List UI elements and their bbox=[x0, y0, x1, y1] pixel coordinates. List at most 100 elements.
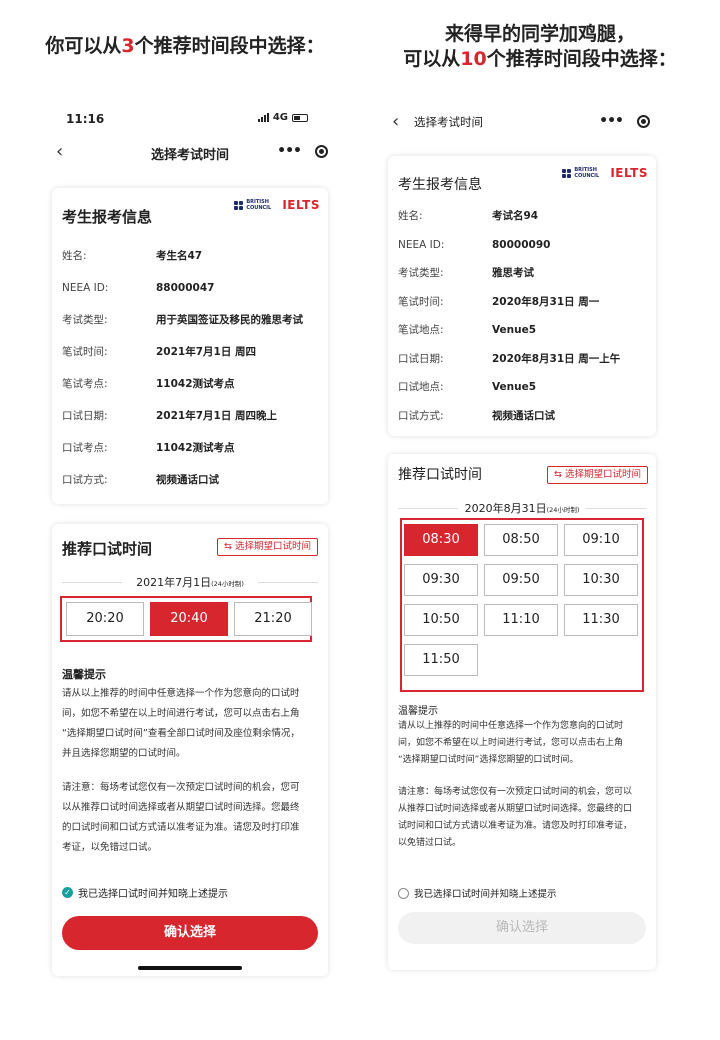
info-value: 88000047 bbox=[156, 282, 215, 294]
network-label: 4G bbox=[272, 112, 288, 123]
tips-line: 的口试时间和口试方式请以准考证为准。请您及时打印准 bbox=[62, 822, 300, 833]
time-slot-button[interactable]: 08:50 bbox=[484, 524, 558, 556]
info-value: 2020年8月31日 周一上午 bbox=[492, 352, 621, 365]
close-target-icon[interactable] bbox=[315, 144, 328, 158]
info-value: 11042测试考点 bbox=[156, 442, 235, 454]
info-row: 口试日期: 2020年8月31日 周一上午 bbox=[398, 351, 648, 367]
british-council-logo: BRITISH COUNCIL bbox=[562, 167, 604, 179]
headline-right-line2: 可以从10个推荐时间段中选择： bbox=[375, 47, 705, 72]
info-value: 11042测试考点 bbox=[156, 378, 235, 390]
ielts-logo: BRITISH COUNCIL IELTS bbox=[234, 198, 320, 212]
check-circle-icon[interactable]: ✓ bbox=[62, 887, 73, 898]
slot-date-text: 2021年7月1日 bbox=[136, 576, 212, 589]
tips-title: 温馨提示 bbox=[62, 668, 106, 681]
tips-line: 试时间和口试方式请以准考证为准。请您及时打印准考证， bbox=[398, 821, 633, 831]
radio-circle-icon[interactable] bbox=[398, 887, 409, 899]
slot-date: 2021年7月1日(24小时制) bbox=[62, 574, 318, 590]
phone-right: ‹ 选择考试时间 ••• 考生报考信息 BRITISH COUNCIL IELT… bbox=[388, 100, 656, 980]
info-label: 考试类型: bbox=[398, 267, 444, 279]
time-slot-button[interactable]: 10:50 bbox=[404, 604, 478, 636]
time-slot-button[interactable]: 09:50 bbox=[484, 564, 558, 596]
british-council-text: BRITISH COUNCIL bbox=[246, 199, 272, 211]
time-slot-button[interactable]: 08:30 bbox=[404, 524, 478, 556]
info-row: 口试日期: 2021年7月1日 周四晚上 bbox=[62, 408, 320, 424]
battery-icon bbox=[292, 113, 308, 122]
british-council-logo: BRITISH COUNCIL bbox=[234, 199, 276, 211]
select-preferred-time-button[interactable]: ⇆ 选择期望口试时间 bbox=[217, 538, 318, 556]
ielts-wordmark: IELTS bbox=[610, 166, 648, 180]
time-slot-button[interactable]: 10:30 bbox=[564, 564, 638, 596]
info-row: 笔试地点: Venue5 bbox=[398, 322, 648, 338]
ielts-wordmark: IELTS bbox=[282, 198, 320, 212]
tips-line: 请从以上推荐的时间中任意选择一个作为您意向的口试时 bbox=[62, 688, 300, 699]
info-label: 姓名: bbox=[62, 250, 87, 262]
headline-right-pre: 可以从 bbox=[403, 48, 461, 70]
info-label: 口试日期: bbox=[398, 352, 444, 365]
info-row: 笔试时间: 2020年8月31日 周一 bbox=[398, 294, 648, 310]
info-value: 80000090 bbox=[492, 238, 551, 251]
info-value: Venue5 bbox=[492, 381, 537, 393]
close-target-icon[interactable] bbox=[637, 114, 650, 128]
headline-left-pre: 你可以从 bbox=[45, 35, 122, 57]
time-slot-button[interactable]: 09:10 bbox=[564, 524, 638, 556]
signal-icon bbox=[257, 113, 269, 122]
time-slot-button[interactable]: 11:30 bbox=[564, 604, 638, 636]
select-preferred-time-button[interactable]: ⇆ 选择期望口试时间 bbox=[547, 466, 648, 484]
tips-line: 请从以上推荐的时间中任意选择一个作为您意向的口试时 bbox=[398, 721, 624, 731]
confirm-button[interactable]: 确认选择 bbox=[62, 916, 318, 950]
headline-right-line1: 来得早的同学加鸡腿， bbox=[444, 23, 635, 45]
info-label: 口试考点: bbox=[62, 442, 108, 454]
ielts-logo: BRITISH COUNCIL IELTS bbox=[562, 166, 648, 180]
status-time: 11:16 bbox=[66, 112, 105, 126]
capsule-buttons: ••• bbox=[277, 140, 328, 162]
tips-line: 间，如您不希望在以上时间进行考试，您可以点击右上角 bbox=[62, 708, 300, 719]
time-slot-button[interactable]: 09:30 bbox=[404, 564, 478, 596]
tips-title: 温馨提示 bbox=[398, 706, 438, 717]
info-value: 视频通话口试 bbox=[156, 474, 219, 486]
info-row: 笔试考点: 11042测试考点 bbox=[62, 376, 320, 392]
acknowledge-label: 我已选择口试时间并知晓上述提示 bbox=[414, 889, 557, 900]
tips-paragraph-2: 请注意：每场考试您仅有一次预定口试时间的机会，您可以从推荐口试时间选择或者从期望… bbox=[62, 778, 318, 858]
info-label: NEEA ID: bbox=[62, 282, 109, 294]
more-icon[interactable]: ••• bbox=[599, 110, 624, 132]
status-bar: 11:16 4G bbox=[66, 112, 314, 128]
tips-line: 间，如您不希望在以上时间进行考试，您可以点击右上角 bbox=[398, 738, 624, 748]
british-council-dots-icon bbox=[234, 200, 244, 210]
info-row: 姓名: 考试名94 bbox=[398, 208, 648, 224]
info-value: 考试名94 bbox=[492, 210, 539, 222]
info-label: 口试方式: bbox=[398, 409, 444, 422]
acknowledge-checkbox-row[interactable]: 我已选择口试时间并知晓上述提示 bbox=[398, 886, 646, 900]
info-row: 口试地点: Venue5 bbox=[398, 379, 648, 395]
info-row: 考试类型: 用于英国签证及移民的雅思考试 bbox=[62, 312, 320, 328]
info-value: 2021年7月1日 周四晚上 bbox=[156, 410, 277, 422]
slot-date-note: (24小时制) bbox=[546, 506, 580, 514]
time-slot-button[interactable]: 11:50 bbox=[404, 644, 478, 676]
tips-line: 从推荐口试时间选择或者从期望口试时间选择。您最终的口 bbox=[398, 804, 633, 814]
acknowledge-checkbox-row[interactable]: ✓ 我已选择口试时间并知晓上述提示 bbox=[62, 885, 318, 900]
info-card-title: 考生报考信息 bbox=[398, 177, 482, 193]
confirm-button[interactable]: 确认选择 bbox=[398, 912, 646, 944]
info-label: 口试地点: bbox=[398, 381, 444, 393]
time-slot-button[interactable]: 20:40 bbox=[150, 602, 228, 636]
info-row: 口试方式: 视频通话口试 bbox=[398, 408, 648, 424]
more-icon[interactable]: ••• bbox=[277, 140, 302, 162]
time-slot-button[interactable]: 11:10 bbox=[484, 604, 558, 636]
time-slot-button[interactable]: 21:20 bbox=[234, 602, 312, 636]
nav-bar: ‹ 选择考试时间 ••• bbox=[52, 140, 328, 166]
info-label: 口试日期: bbox=[62, 410, 108, 422]
tips-paragraph-2: 请注意：每场考试您仅有一次预定口试时间的机会，您可以从推荐口试时间选择或者从期望… bbox=[398, 784, 646, 852]
tips-line: “选择期望口试时间”选择您期望的口试时间。 bbox=[398, 755, 579, 765]
back-arrow-icon[interactable]: ‹ bbox=[392, 112, 399, 132]
time-slot-button[interactable]: 20:20 bbox=[66, 602, 144, 636]
slot-card: 推荐口试时间 ⇆ 选择期望口试时间 2021年7月1日(24小时制) 20:20… bbox=[52, 524, 328, 976]
info-row: 口试方式: 视频通话口试 bbox=[62, 472, 320, 488]
info-value: 2021年7月1日 周四 bbox=[156, 346, 256, 358]
info-value: 用于英国签证及移民的雅思考试 bbox=[156, 314, 303, 326]
info-card: 考生报考信息 BRITISH COUNCIL IELTS 姓名: 考生名47 NEE… bbox=[52, 188, 328, 504]
info-label: 笔试地点: bbox=[398, 324, 444, 336]
headline-right: 来得早的同学加鸡腿， 可以从10个推荐时间段中选择： bbox=[375, 22, 705, 72]
home-indicator bbox=[138, 966, 242, 970]
info-value: 视频通话口试 bbox=[492, 409, 555, 422]
info-label: 口试方式: bbox=[62, 474, 108, 486]
info-row: 口试考点: 11042测试考点 bbox=[62, 440, 320, 456]
